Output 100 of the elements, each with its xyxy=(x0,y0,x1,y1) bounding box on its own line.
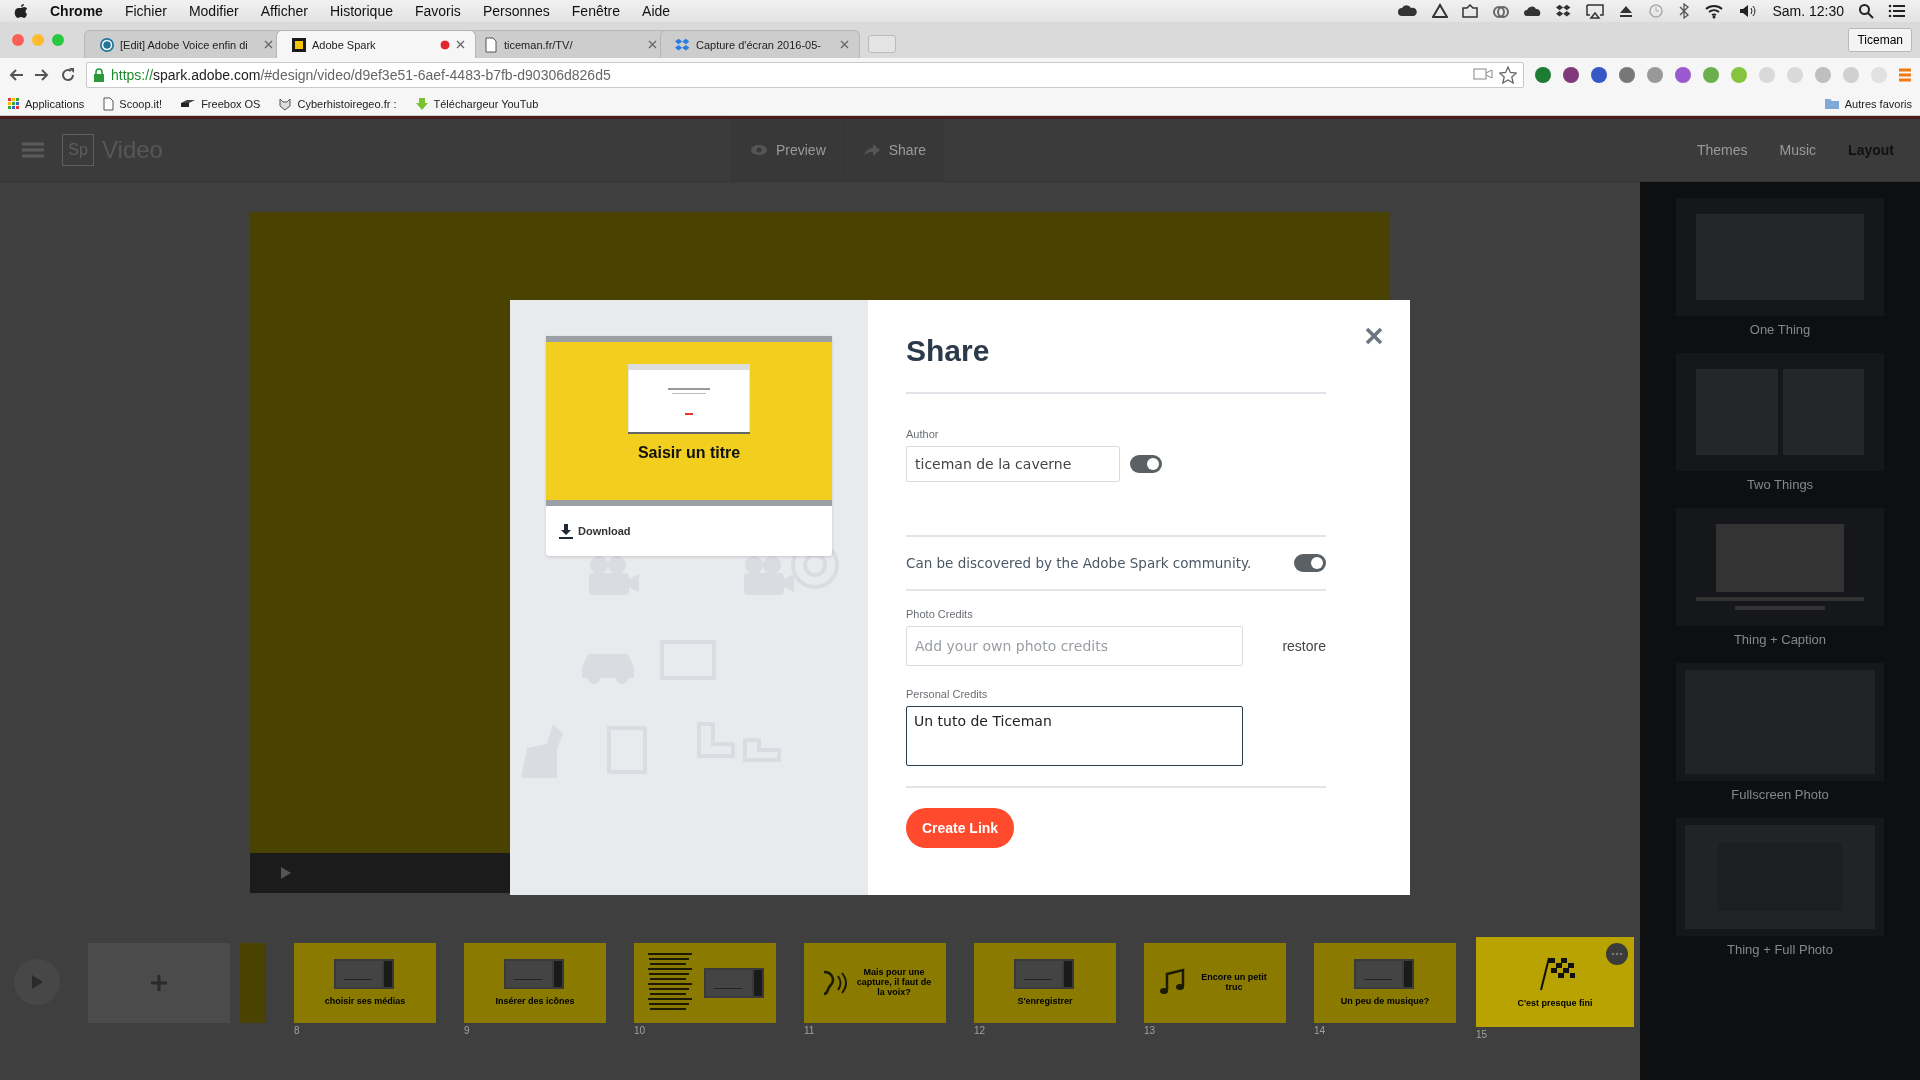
menu-item[interactable]: Personnes xyxy=(482,3,550,19)
slide-caption: Insérer des icônes xyxy=(495,997,575,1007)
minimize-window-button[interactable] xyxy=(32,34,44,46)
download-icon xyxy=(558,523,574,539)
video-camera-icon xyxy=(1473,66,1493,82)
menu-item[interactable]: Afficher xyxy=(260,3,308,19)
extension-icon[interactable] xyxy=(1534,66,1552,84)
close-icon xyxy=(648,40,657,49)
personal-credits-field[interactable]: Un tuto de Ticeman xyxy=(906,706,1243,766)
field-label: Author xyxy=(906,428,940,440)
field-label: Personal Credits xyxy=(906,688,989,700)
slide-caption: C'est presque fini xyxy=(1517,999,1593,1009)
screen-drawing xyxy=(334,959,396,990)
header-tab[interactable]: Themes xyxy=(1696,142,1748,158)
slide-thumbnail[interactable] xyxy=(634,943,776,1023)
slide-thumbnail[interactable]: choisir ses médias xyxy=(294,943,436,1023)
extension-icon[interactable] xyxy=(1590,66,1608,84)
bookmark-link[interactable]: Applications xyxy=(8,97,85,110)
toggle-switch[interactable] xyxy=(1130,455,1162,473)
page-icon xyxy=(102,96,115,111)
menu-icon xyxy=(1898,67,1912,83)
apps-grid-icon xyxy=(8,97,20,110)
slide-number: 13 xyxy=(1144,1025,1157,1036)
slide-thumbnail[interactable]: C'est presque fini xyxy=(1476,937,1634,1027)
slide-caption: Un peu de musique? xyxy=(1340,997,1430,1007)
browser-tab[interactable]: Capture d'écran 2016-05- xyxy=(660,30,860,58)
apple-logo-icon xyxy=(14,3,28,19)
page-icon xyxy=(483,36,499,53)
slide-caption: choisir ses médias xyxy=(324,997,406,1007)
screen-drawing xyxy=(1014,959,1076,990)
slide-thumbnail[interactable]: S'enregistrer xyxy=(974,943,1116,1023)
slide-thumbnail[interactable]: Mais pour une capture, il faut de la voix? xyxy=(804,943,946,1023)
bookmark-link[interactable]: Freebox OS xyxy=(180,97,261,110)
close-window-button[interactable] xyxy=(12,34,24,46)
bookmark-link[interactable]: Téléchargeur YouTub xyxy=(414,96,539,111)
profile-button[interactable]: Ticeman xyxy=(1848,28,1912,52)
rings-icon xyxy=(1492,3,1511,19)
close-icon xyxy=(840,40,849,49)
dropbox-icon xyxy=(1556,3,1573,19)
slide-caption: Mais pour une capture, il faut de la voix? xyxy=(856,968,932,998)
star-icon xyxy=(1499,66,1517,84)
slide-thumbnail[interactable] xyxy=(240,943,266,1023)
speaker-icon xyxy=(1738,3,1759,19)
reload-icon xyxy=(60,67,76,83)
menu-item[interactable]: Historique xyxy=(329,3,393,19)
slide-thumbnail[interactable]: Encore un petit truc xyxy=(1144,943,1286,1023)
square-logo-icon xyxy=(291,36,307,53)
menu-app-name[interactable]: Chrome xyxy=(50,3,103,19)
slide-number: 12 xyxy=(974,1025,987,1036)
slide-thumbnail[interactable]: Insérer des icônes xyxy=(464,943,606,1023)
play-button[interactable] xyxy=(14,959,60,1005)
folder-icon xyxy=(1823,97,1840,110)
add-slide-button[interactable] xyxy=(88,943,230,1023)
screen-drawing xyxy=(504,959,566,990)
menubar-clock[interactable]: Sam. 12:30 xyxy=(1772,3,1844,19)
menu-item[interactable]: Fichier xyxy=(124,3,167,19)
extension-icon[interactable] xyxy=(1674,66,1692,84)
menu-item[interactable]: Favoris xyxy=(414,3,461,19)
zoom-window-button[interactable] xyxy=(52,34,64,46)
layout-option[interactable] xyxy=(1676,508,1884,626)
extension-icon[interactable] xyxy=(1562,66,1580,84)
more-options-icon[interactable] xyxy=(1606,943,1628,965)
toggle-switch[interactable] xyxy=(1294,554,1326,572)
bookmark-folder[interactable]: Autres favoris xyxy=(1823,97,1912,110)
bookmark-link[interactable]: Cyberhistoiregeo.fr : xyxy=(278,96,397,111)
share-arrow-icon xyxy=(862,143,881,157)
bookmark-link[interactable]: Scoop.it! xyxy=(102,96,163,111)
address-bar[interactable]: https://spark.adobe.com/#design/video/d9ef3e51-6aef-4483-b7fb-d90306d826d5 xyxy=(86,62,1524,88)
download-link[interactable]: Download xyxy=(558,523,631,539)
slide-number: 9 xyxy=(464,1025,471,1036)
video-title: Saisir un titre xyxy=(637,444,741,462)
close-icon xyxy=(264,40,273,49)
menu-item[interactable]: Aide xyxy=(642,3,671,19)
header-tab[interactable]: Music xyxy=(1779,142,1817,158)
eye-icon xyxy=(749,144,768,156)
tray-icon xyxy=(1462,3,1479,19)
play-icon xyxy=(280,866,292,880)
menu-icon xyxy=(22,141,44,159)
airplay-icon xyxy=(1586,3,1605,19)
author-field[interactable]: ticeman de la caverne xyxy=(906,446,1120,482)
extension-icon[interactable] xyxy=(1618,66,1636,84)
slide-thumbnail[interactable]: Un peu de musique? xyxy=(1314,943,1456,1023)
menu-item[interactable]: Modifier xyxy=(188,3,239,19)
photo-credits-field[interactable]: Add your own photo credits xyxy=(906,626,1243,666)
menu-item[interactable]: Fenêtre xyxy=(571,3,621,19)
cat-icon xyxy=(278,96,293,111)
field-label: Photo Credits xyxy=(906,608,974,620)
bluetooth-icon xyxy=(1678,3,1691,19)
new-tab-button[interactable] xyxy=(868,35,896,53)
slide-number: 14 xyxy=(1314,1025,1327,1036)
restore-link[interactable]: restore xyxy=(1282,638,1326,654)
screen-drawing xyxy=(1354,959,1416,990)
browser-tab[interactable]: Adobe Spark xyxy=(276,30,476,58)
play-icon xyxy=(30,974,44,990)
layout-label: One Thing xyxy=(1749,322,1811,337)
layout-label: Fullscreen Photo xyxy=(1731,787,1829,802)
slide-number: 11 xyxy=(804,1025,816,1036)
screen-drawing xyxy=(704,968,766,998)
close-icon xyxy=(456,40,465,49)
search-icon xyxy=(1858,3,1874,19)
